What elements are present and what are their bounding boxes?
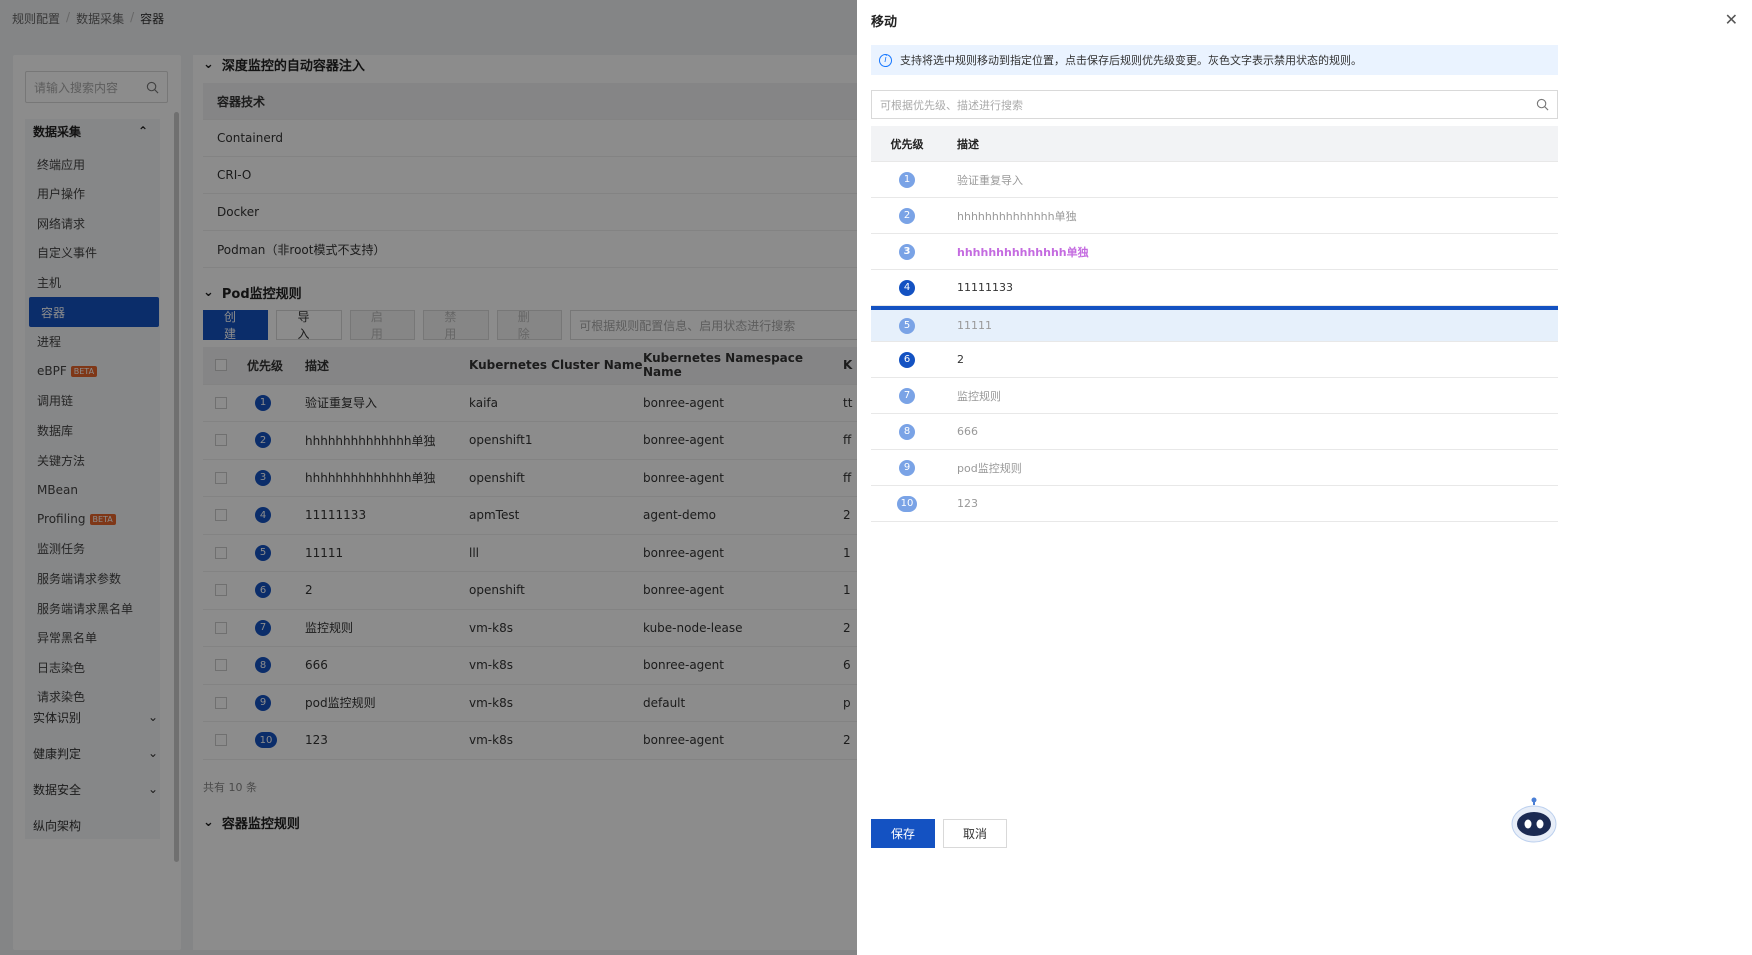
priority-badge: 6 xyxy=(899,351,915,368)
move-table-row[interactable]: 5 11111 xyxy=(871,306,1558,342)
move-table-row[interactable]: 3 hhhhhhhhhhhhhh单独 xyxy=(871,234,1558,270)
move-drawer: 移动 ✕ i 支持将选中规则移动到指定位置，点击保存后规则优先级变更。灰色文字表… xyxy=(857,0,1752,955)
priority-badge: 1 xyxy=(899,171,915,188)
move-table-row[interactable]: 4 11111133 xyxy=(871,270,1558,306)
move-table-row[interactable]: 9 pod监控规则 xyxy=(871,450,1558,486)
priority-badge: 7 xyxy=(899,387,915,404)
info-icon: i xyxy=(879,53,892,67)
drawer-footer: 保存 取消 xyxy=(871,819,1007,848)
cell-desc: pod监控规则 xyxy=(957,461,1022,475)
column-header: 优先级 xyxy=(890,137,924,151)
close-icon[interactable]: ✕ xyxy=(1725,10,1738,29)
move-table-row[interactable]: 1 验证重复导入 xyxy=(871,162,1558,198)
cell-desc: 监控规则 xyxy=(957,389,1001,403)
priority-badge: 8 xyxy=(899,423,915,440)
priority-badge: 3 xyxy=(899,243,915,260)
drawer-search-input[interactable]: 可根据优先级、描述进行搜索 xyxy=(871,90,1558,119)
info-banner: i 支持将选中规则移动到指定位置，点击保存后规则优先级变更。灰色文字表示禁用状态… xyxy=(871,45,1558,75)
cell-desc: 验证重复导入 xyxy=(957,173,1023,187)
move-table-row[interactable]: 8 666 xyxy=(871,414,1558,450)
cancel-button[interactable]: 取消 xyxy=(943,819,1007,848)
move-table-row[interactable]: 2 hhhhhhhhhhhhhh单独 xyxy=(871,198,1558,234)
cell-desc: hhhhhhhhhhhhhh单独 xyxy=(957,245,1089,259)
cell-desc: 11111 xyxy=(957,319,992,332)
priority-badge: 4 xyxy=(899,279,915,296)
assistant-robot-icon[interactable] xyxy=(1510,797,1558,847)
priority-badge: 5 xyxy=(899,317,915,334)
table-header: 优先级 描述 xyxy=(871,126,1558,162)
search-placeholder: 可根据优先级、描述进行搜索 xyxy=(880,98,1023,112)
move-table-row[interactable]: 62 xyxy=(871,342,1558,378)
modal-mask[interactable] xyxy=(0,0,857,955)
cell-desc: 123 xyxy=(957,497,978,510)
info-text: 支持将选中规则移动到指定位置，点击保存后规则优先级变更。灰色文字表示禁用状态的规… xyxy=(900,54,1362,67)
drawer-title: 移动 xyxy=(871,15,898,30)
priority-badge: 10 xyxy=(897,495,917,512)
column-header: 描述 xyxy=(957,137,979,151)
cell-desc: 2 xyxy=(957,353,964,366)
cell-desc: hhhhhhhhhhhhhh单独 xyxy=(957,209,1077,223)
move-table-row[interactable]: 10 123 xyxy=(871,486,1558,522)
cell-desc: 666 xyxy=(957,425,978,438)
move-table: 优先级 描述 1 验证重复导入 2 hhhhhhhhhhhhhh单独 3 hhhhhhhh… xyxy=(871,126,1558,522)
search-icon xyxy=(1536,98,1549,111)
save-button[interactable]: 保存 xyxy=(871,819,935,848)
priority-badge: 9 xyxy=(899,459,915,476)
cell-desc: 11111133 xyxy=(957,281,1013,294)
priority-badge: 2 xyxy=(899,207,915,224)
move-table-row[interactable]: 7 监控规则 xyxy=(871,378,1558,414)
